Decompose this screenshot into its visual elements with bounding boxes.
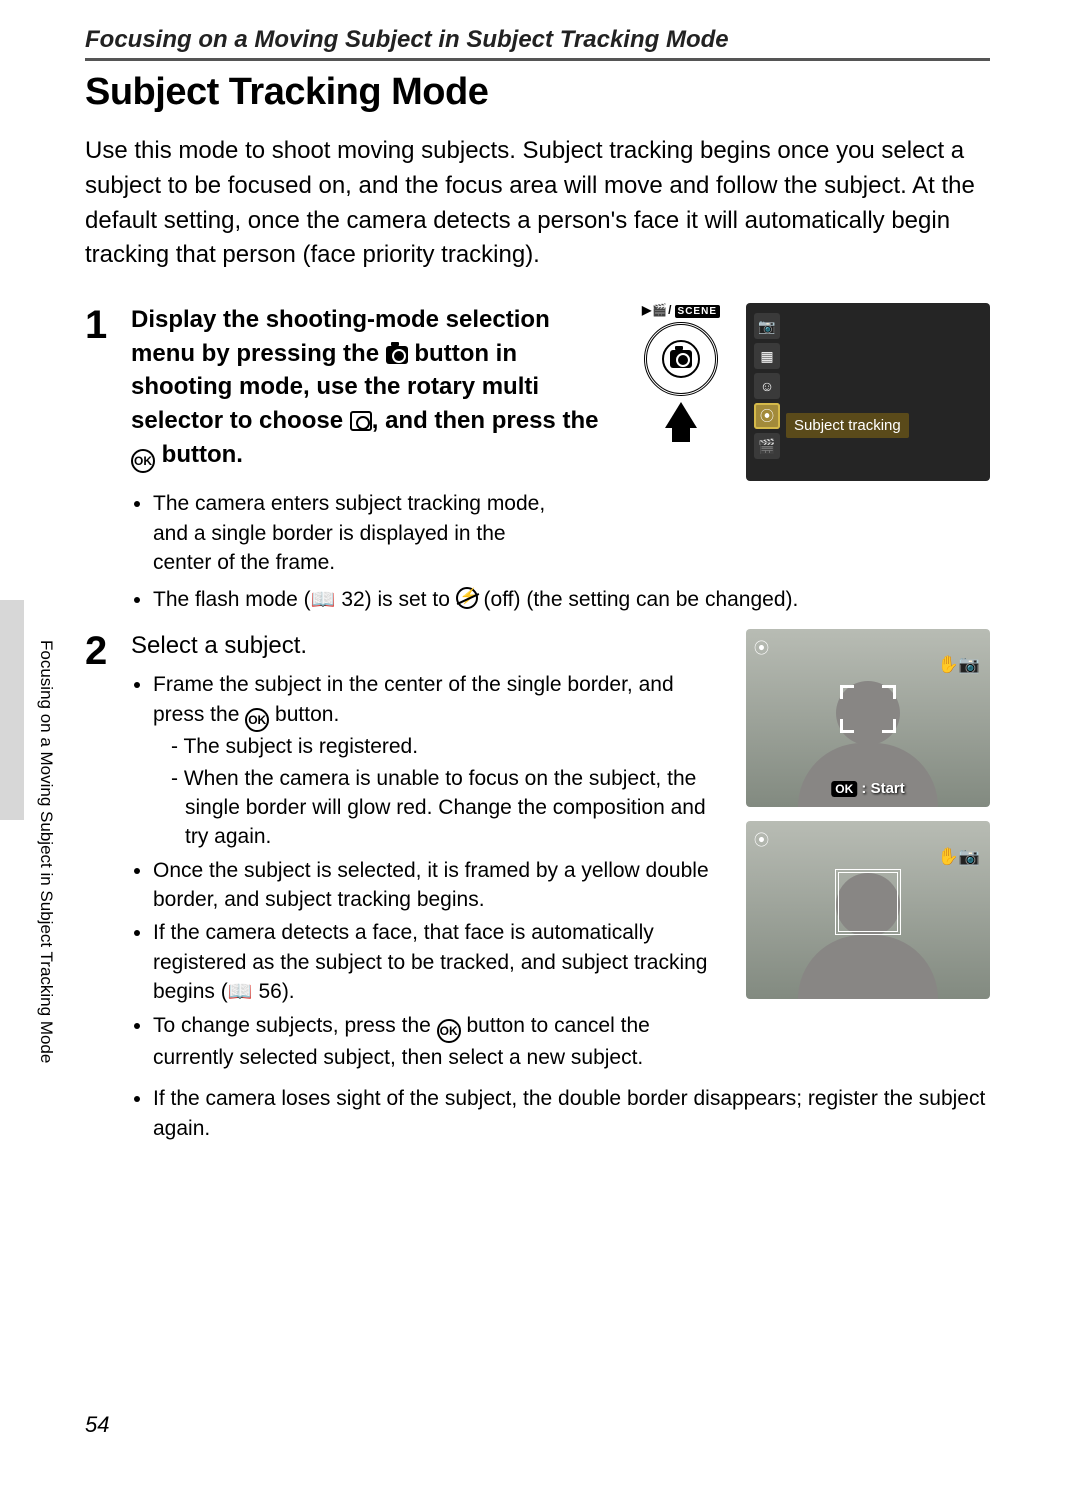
step-1-title: Display the shooting-mode selection menu… <box>131 303 616 473</box>
step-2-bullet-5: If the camera loses sight of the subject… <box>153 1084 990 1143</box>
side-chapter-label: Focusing on a Moving Subject in Subject … <box>36 640 56 1090</box>
focus-brackets <box>840 685 896 733</box>
lcd-screen-after: ⦿ ✋📷 <box>746 821 990 999</box>
tracking-mode-icon: ⦿ <box>754 829 769 850</box>
vr-icon: ✋📷 <box>938 655 980 675</box>
step-2-bullet-2: Once the subject is selected, it is fram… <box>153 856 722 915</box>
step-number: 2 <box>85 629 131 1147</box>
subject-body <box>798 935 938 999</box>
subject-tracking-icon <box>350 411 372 431</box>
mode-dial-illustration: ▶🎬/SCENE <box>626 303 736 442</box>
page-ref-icon: 📖 <box>311 589 336 611</box>
menu-item-auto: 📷 <box>754 313 780 339</box>
flash-off-icon <box>456 587 478 609</box>
step-1-title-c: , and then press the <box>372 407 599 434</box>
scene-label: SCENE <box>675 305 720 318</box>
camera-icon <box>670 350 692 368</box>
ok-button-icon: OK <box>437 1019 461 1043</box>
arrow-up-icon <box>665 402 697 428</box>
step-2-bullet-4: To change subjects, press the OK button … <box>153 1011 722 1073</box>
step-2-dash-2: - When the camera is unable to focus on … <box>171 764 722 852</box>
step-2-bullet-1: Frame the subject in the center of the s… <box>153 670 722 851</box>
page-title: Subject Tracking Mode <box>85 71 990 114</box>
step-2: 2 Select a subject. Frame the subject in… <box>85 629 990 1147</box>
mode-menu-screen: 📷 ▦ ☺ ⦿ 🎬 Subject tracking <box>746 303 990 481</box>
camera-icon <box>386 346 408 364</box>
ok-start-label: OK : Start <box>831 780 905 797</box>
menu-item-tracking: ⦿ <box>754 403 780 429</box>
step-1: 1 Display the shooting-mode selection me… <box>85 303 990 619</box>
page-ref-icon: 📖 <box>228 981 253 1003</box>
step-1-bullet-2: The flash mode (📖 32) is set to (off) (t… <box>153 585 990 614</box>
step-number: 1 <box>85 303 131 619</box>
step-1-title-d: button. <box>162 441 243 468</box>
tracking-mode-icon: ⦿ <box>754 637 769 658</box>
lcd-screen-before: ⦿ ✋📷 OK : Start <box>746 629 990 807</box>
step-2-dash-1: - The subject is registered. <box>171 732 722 761</box>
step-2-title: Select a subject. <box>131 629 722 663</box>
menu-item-scene: ▦ <box>754 343 780 369</box>
section-header: Focusing on a Moving Subject in Subject … <box>85 26 990 61</box>
menu-item-smile: ☺ <box>754 373 780 399</box>
ok-button-icon: OK <box>245 708 269 732</box>
subject-body <box>798 743 938 807</box>
page-number: 54 <box>85 1412 109 1438</box>
menu-item-movie: 🎬 <box>754 433 780 459</box>
ok-button-icon: OK <box>131 449 155 473</box>
step-1-bullet-1: The camera enters subject tracking mode,… <box>153 489 551 577</box>
menu-selection-label: Subject tracking <box>786 413 909 438</box>
section-header-title: Focusing on a Moving Subject in Subject … <box>85 26 990 54</box>
intro-paragraph: Use this mode to shoot moving subjects. … <box>85 134 990 273</box>
step-2-bullet-3: If the camera detects a face, that face … <box>153 918 722 1006</box>
vr-icon: ✋📷 <box>938 847 980 867</box>
tracking-double-border <box>835 869 901 935</box>
